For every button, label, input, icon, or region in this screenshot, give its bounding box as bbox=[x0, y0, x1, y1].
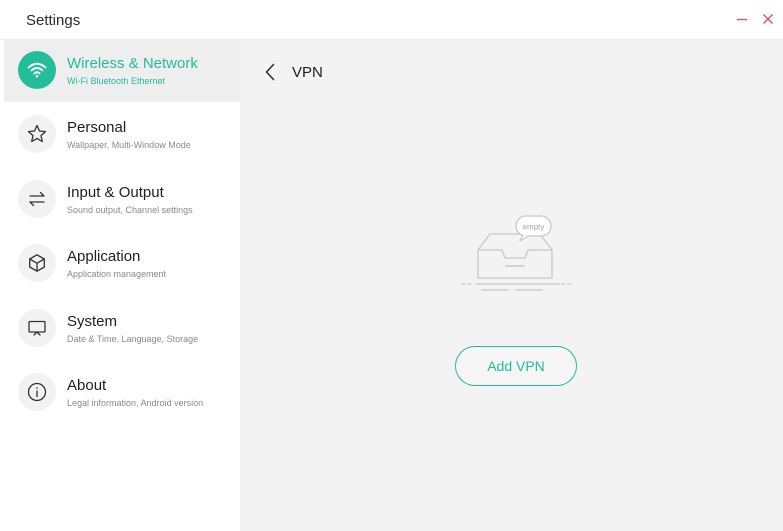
sidebar-item-application[interactable]: Application Application management bbox=[4, 233, 240, 295]
sidebar-item-wireless-network[interactable]: Wireless & Network Wi-Fi Bluetooth Ether… bbox=[4, 40, 240, 102]
minimize-icon bbox=[737, 18, 747, 21]
sidebar-item-label: Personal bbox=[67, 119, 127, 136]
chevron-left-icon bbox=[265, 63, 275, 81]
sidebar-item-personal[interactable]: Personal Wallpaper, Multi-Window Mode bbox=[4, 104, 240, 166]
sidebar-item-label: Wireless & Network bbox=[67, 55, 198, 72]
sidebar-item-subtitle: Wi-Fi Bluetooth Ethernet bbox=[67, 76, 166, 86]
empty-label: empty bbox=[523, 223, 545, 232]
sidebar-item-input-output[interactable]: Input & Output Sound output, Channel set… bbox=[4, 169, 240, 231]
vpn-panel: VPN empty Add VPN bbox=[240, 40, 783, 531]
sidebar-item-label: Application bbox=[67, 248, 141, 265]
sidebar-item-subtitle: Wallpaper, Multi-Window Mode bbox=[67, 140, 191, 150]
cube-icon bbox=[18, 244, 56, 282]
sidebar-item-subtitle: Legal information, Android version bbox=[67, 398, 204, 408]
sidebar: Wireless & Network Wi-Fi Bluetooth Ether… bbox=[4, 40, 240, 528]
sidebar-item-system[interactable]: System Date & Time, Language, Storage bbox=[4, 298, 240, 360]
wifi-icon bbox=[18, 51, 56, 89]
sidebar-item-label: Input & Output bbox=[67, 184, 164, 201]
info-icon bbox=[18, 373, 56, 411]
window-title: Settings bbox=[26, 12, 81, 29]
sidebar-item-subtitle: Sound output, Channel settings bbox=[67, 205, 193, 215]
settings-window: Settings Wireless & Network Wi-Fi Blueto… bbox=[0, 0, 783, 531]
sidebar-item-label: System bbox=[67, 313, 118, 330]
back-button[interactable] bbox=[260, 60, 280, 84]
minimize-button[interactable] bbox=[731, 8, 753, 30]
sidebar-item-about[interactable]: About Legal information, Android version bbox=[4, 362, 240, 424]
sidebar-item-subtitle: Application management bbox=[67, 269, 167, 279]
title-bar: Settings bbox=[0, 0, 783, 40]
star-icon bbox=[18, 115, 56, 153]
close-button[interactable] bbox=[757, 8, 779, 30]
empty-inbox-icon: empty bbox=[461, 215, 575, 291]
page-title: VPN bbox=[292, 64, 323, 81]
sidebar-item-label: About bbox=[67, 377, 107, 394]
swap-arrows-icon bbox=[18, 180, 56, 218]
close-icon bbox=[763, 14, 773, 24]
sidebar-item-subtitle: Date & Time, Language, Storage bbox=[67, 334, 199, 344]
add-vpn-button[interactable]: Add VPN bbox=[455, 346, 577, 386]
monitor-icon bbox=[18, 309, 56, 347]
